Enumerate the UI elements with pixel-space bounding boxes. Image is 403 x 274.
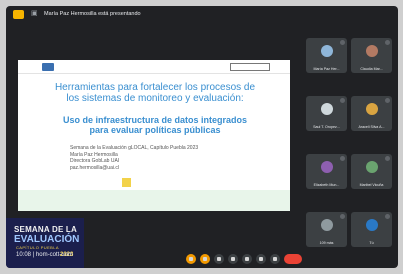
- participant-name: Elizabeth Mun...: [313, 183, 340, 187]
- slide-subtitle-line1: Uso de infraestructura de datos integrad…: [62, 115, 248, 125]
- participant-name: Saul T. Oropez...: [313, 125, 340, 129]
- captions-button[interactable]: [214, 253, 224, 264]
- mic-status-icon: [340, 40, 345, 45]
- camera-icon: [203, 256, 207, 261]
- present-icon: [245, 256, 249, 261]
- raise-hand-button[interactable]: [256, 253, 266, 264]
- mic-status-icon: [340, 156, 345, 161]
- mic-status-icon: [340, 98, 345, 103]
- presenter-icon: ▣: [31, 10, 38, 17]
- call-controls: [186, 253, 302, 264]
- participant-avatar: [366, 45, 378, 57]
- participant-tile[interactable]: María Paz Her...: [306, 38, 347, 73]
- participant-tile[interactable]: Elizabeth Mun...: [306, 154, 347, 189]
- presentation-banner: ▣ María Paz Hermosilla está presentando: [6, 6, 398, 22]
- self-view-tile[interactable]: SEMANA DE LA EVALUACIÓN CAPÍTULO PUEBLA …: [6, 218, 84, 268]
- mic-status-icon: [385, 40, 390, 45]
- self-view-title-line2: EVALUACIÓN: [14, 234, 80, 245]
- more-options-button[interactable]: [270, 253, 280, 264]
- slide-subtitle: Uso de infraestructura de datos integrad…: [30, 115, 280, 135]
- self-view-title-line3: CAPÍTULO PUEBLA: [16, 245, 59, 250]
- slide-background-wave: [18, 190, 290, 211]
- goblab-logo: [42, 63, 54, 71]
- camera-button[interactable]: [200, 253, 210, 264]
- participant-avatar: [366, 219, 378, 231]
- slide-title-line2: los sistemas de monitoreo y evaluación:: [66, 93, 244, 104]
- meeting-code-status: 10:08 | hom-cott-uom: [16, 252, 73, 258]
- slide-title-line1: Herramientas para fortalecer los proceso…: [54, 82, 256, 93]
- participant-avatar: [321, 161, 333, 173]
- presenting-status: María Paz Hermosilla está presentando: [44, 11, 141, 17]
- participant-name: Araceli Silva A...: [358, 125, 385, 129]
- present-button[interactable]: [242, 253, 252, 264]
- participant-avatar: [321, 103, 333, 115]
- hand-icon: [259, 256, 263, 261]
- app-icon[interactable]: [13, 9, 24, 19]
- participant-avatar: [366, 103, 378, 115]
- mic-status-icon: [385, 214, 390, 219]
- participant-name: Tú: [369, 241, 374, 245]
- self-view-title-line1: SEMANA DE LA: [14, 225, 77, 234]
- participant-avatar: [321, 219, 333, 231]
- uai-logo: [230, 63, 270, 71]
- slide-detail-line: paz.hermosilla@uai.cl: [70, 164, 119, 171]
- participant-name: Maribel Vicuña: [359, 183, 384, 187]
- participant-name: 109 más: [319, 241, 334, 245]
- slide-header: [18, 60, 290, 74]
- participant-tile[interactable]: Saul T. Oropez...: [306, 96, 347, 131]
- more-icon: [273, 256, 277, 261]
- participant-tile[interactable]: Maribel Vicuña: [351, 154, 392, 189]
- shared-screen: Herramientas para fortalecer los proceso…: [18, 60, 290, 211]
- participant-avatar: [366, 161, 378, 173]
- participant-tile[interactable]: Araceli Silva A...: [351, 96, 392, 131]
- participant-avatar: [321, 45, 333, 57]
- mic-icon: [189, 256, 193, 261]
- mic-status-icon: [385, 98, 390, 103]
- slide-subtitle-line2: para evaluar políticas públicas: [89, 125, 221, 135]
- leave-call-button[interactable]: [284, 253, 302, 264]
- meeting-window: ▣ María Paz Hermosilla está presentando …: [6, 6, 398, 268]
- reactions-icon: [231, 256, 235, 261]
- participant-name: Claudia Mar...: [360, 67, 383, 71]
- participant-tile[interactable]: Tú: [351, 212, 392, 247]
- slide-details: Semana de la Evaluación gLOCAL, Capítulo…: [70, 145, 240, 171]
- mic-button[interactable]: [186, 253, 196, 264]
- slide-title: Herramientas para fortalecer los proceso…: [30, 82, 280, 104]
- participant-grid: María Paz Her... Claudia Mar... Saul T. …: [306, 38, 392, 248]
- reactions-button[interactable]: [228, 253, 238, 264]
- slide-accent-square: [122, 178, 131, 187]
- participant-tile[interactable]: Claudia Mar...: [351, 38, 392, 73]
- mic-status-icon: [340, 214, 345, 219]
- participant-name: María Paz Her...: [313, 67, 340, 71]
- mic-status-icon: [385, 156, 390, 161]
- captions-icon: [217, 256, 221, 261]
- participant-tile[interactable]: 109 más: [306, 212, 347, 247]
